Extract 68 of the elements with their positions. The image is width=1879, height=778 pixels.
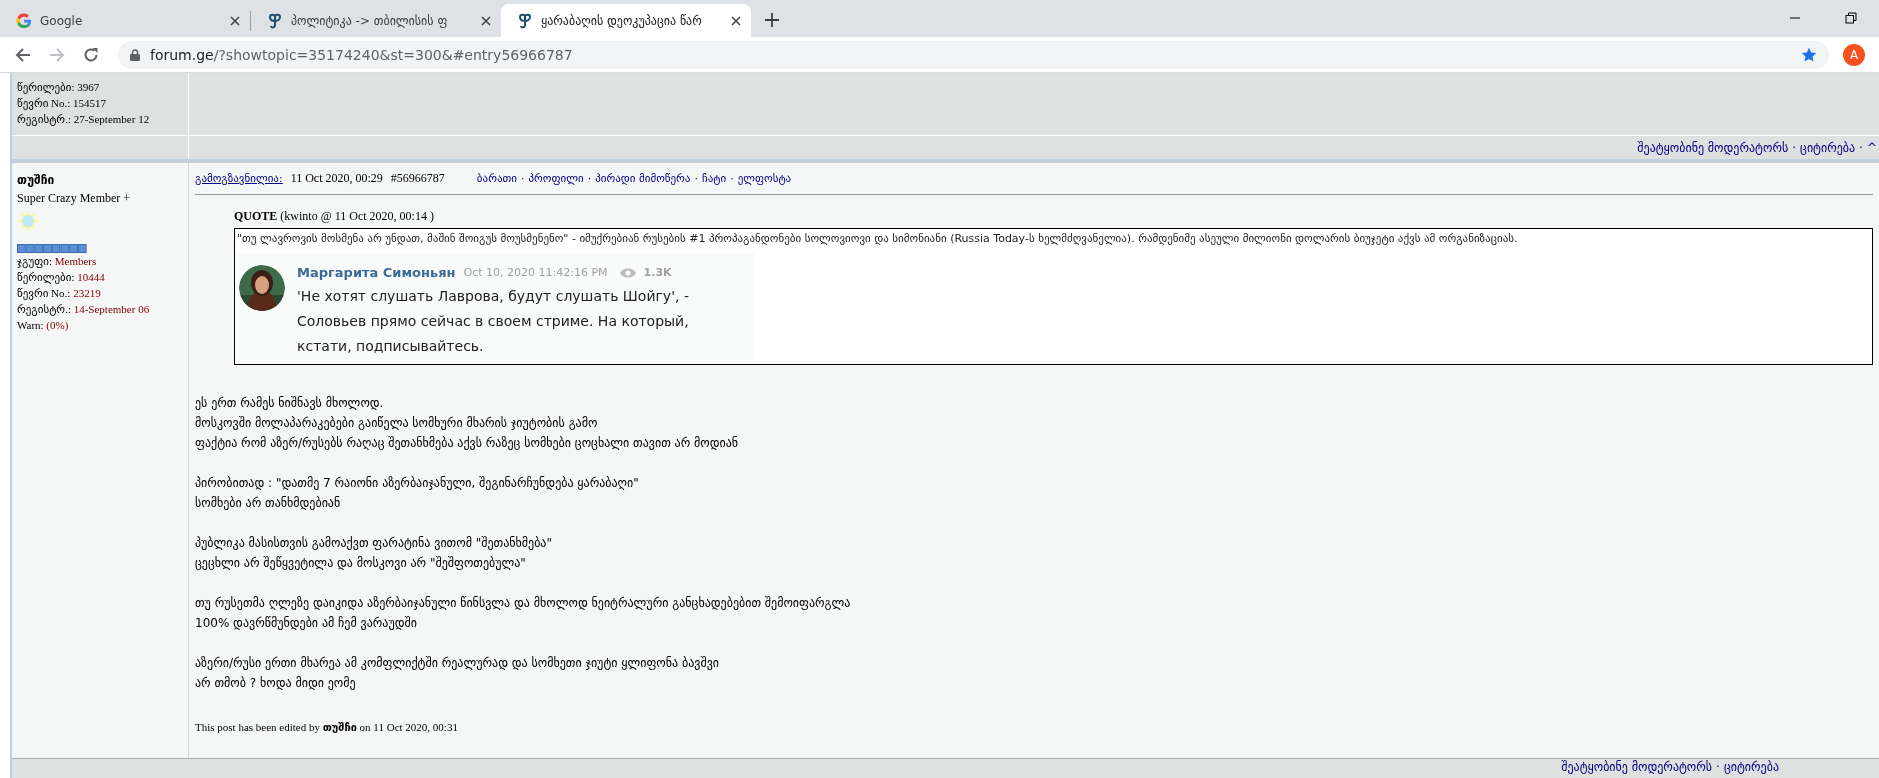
action-link[interactable]: ციტირება [1800,140,1856,155]
embedded-post-text: 'Не хотят слушать Лаврова, будут слушать Шойгу', - Соловьев прямо сейчас в своем стриме. На который, кстати, подписывайтесь. [297,287,690,356]
action-link[interactable]: ციტირება [1723,760,1779,774]
author-stat: ჯგუფი: Members [17,254,98,269]
post-text-line: 100% დავრწმუნდები ამ ჩემ ვარაუდში [195,615,418,632]
restore-icon[interactable] [1845,12,1857,24]
separator-dot: · [587,172,592,185]
entry-number: #56966787 [390,171,445,186]
forum-logo-icon [517,11,533,30]
author-stat: წერილები: 3967 [17,80,101,95]
permalink[interactable]: გამოგზავნილია: [195,172,283,185]
post-date: 11 Oct 2020, 00:29 [290,171,383,186]
post-text-line: არ თმობ ? ხოდა მიდი ეომე [195,675,357,692]
action-link[interactable]: შეატყობინე მოდერატორს [1561,760,1713,774]
separator-dot: · [1859,140,1863,155]
close-icon[interactable] [481,15,491,26]
address-bar[interactable]: forum.ge/?showtopic=35174240&st=300&#entry56966787 [118,40,1829,69]
member-rank: Super Crazy Member + [17,191,132,206]
browser-tab[interactable]: პოლიტიკა -> თბილისის ფ [251,4,501,37]
action-link[interactable]: ჩატი [701,172,727,185]
rank-pips-icon [17,244,87,253]
post-text-line: სომხები არ თანხმდებიან [195,495,342,512]
browser-tab[interactable]: ყარაბაღის დეოკუპაცია წარ [501,4,751,37]
post-text-line: თუ რუსეთმა ღლეზე დაიკიდა აზერბაიჯანული წინსვლა და მხოლოდ ნეიტრალური განცხადებებით შემოიფარგლა [195,595,852,612]
lock-icon [130,48,140,61]
author-stat: Warn: (0%) [17,318,70,333]
action-link[interactable]: პროფილი [528,172,584,185]
author-stat: წევრი No.: 23219 [17,286,102,301]
post-timestamp: Oct 10, 2020 11:42:16 PM [463,266,608,279]
action-link[interactable]: ელფოსტა [737,172,792,185]
quote-header: QUOTE (kwinto @ 11 Oct 2020, 00:14 ) [234,209,435,224]
author-stat: წერილები: 10444 [17,270,106,285]
view-count: 1.3K [643,266,672,279]
post-text-line: პირობითად : "დათმე 7 რაიონი აზერბაიჯანული, შეგინარჩუნდება ყარაბაღი" [195,475,640,492]
separator-dot: · [521,172,525,185]
browser-tab[interactable]: Google [0,4,250,37]
close-icon[interactable] [230,15,240,26]
close-icon[interactable] [731,15,741,26]
post-text-line: ფაქტია რომ აზერ/რუსებს რაღაც შეთანხმება აქვს რაზეც სომხები ცოცხალი თავით არ მოდიან [195,435,740,452]
post-text-line: აზერი/რუსი ერთი მხარეა ამ კომფლიქტში რეალურად და სომხეთი ჯიუტი ყლიფონა ბავშვი [195,655,720,672]
post-text-line: ეს ერთ რამეს ნიშნავს მხოლოდ. [195,395,385,412]
author-name[interactable]: თუშჩი [17,173,188,187]
author-stat: რეგისტრ.: 14-September 06 [17,302,151,317]
edited-note: This post has been edited by თუშჩი on 11 Oct 2020, 00:31 [195,721,459,734]
new-tab-icon[interactable] [765,13,779,27]
post-text-line: პუბლიკა მასისთვის გამოაქვთ ფარატინა ვითომ "შეთანხმება" [195,535,553,552]
url-text: forum.ge/?showtopic=35174240&st=300&#entry56966787 [150,46,573,63]
action-link[interactable]: ბარათი [476,172,517,185]
action-link[interactable]: შეატყობინე მოდერატორს [1637,140,1789,155]
separator-dot: · [1716,760,1720,774]
eye-icon [619,266,636,279]
action-link[interactable]: ^ [1866,140,1877,155]
separator-dot: · [1792,140,1797,155]
separator-dot: · [694,172,698,185]
post-text-line: მოსკოვში მოლაპარაკებები გაიწელა სომხური მხარის ჯიუტობის გამო [195,415,599,432]
forum-logo-icon [267,11,283,30]
google-icon [16,12,32,29]
back-icon[interactable] [15,46,31,63]
action-link[interactable]: პირადი მიმოწერა [595,172,691,185]
sun-emoticon-icon [17,210,39,232]
poster-name[interactable]: Маргарита Симоньян [297,265,456,280]
author-stat: რეგისტრ.: 27-September 12 [17,112,151,127]
reload-icon[interactable] [83,46,99,63]
post-text-line: ცეცხლი არ შეწყვეტილა და მოსკოვი არ "შეშფოთებულა" [195,555,527,572]
separator-dot: · [730,172,734,185]
bookmark-star-icon[interactable] [1801,46,1817,63]
quote-text: "თუ ლავროვის მოსმენა არ უნდათ, მაშინ შოიგუს მოუსმენენო" - იმუქრებიან რუსების #1 პროპაგანდონები სოლოვიოვი და სიმონიანი (Russia Today-ს ხელმძღვანელია). რამდენიმე ასეული მილიონი დოლარის ბიუჯეტი აქვს ამ ორგანიზაციას. [237,232,1519,245]
author-stat: წევრი No.: 154517 [17,96,108,111]
